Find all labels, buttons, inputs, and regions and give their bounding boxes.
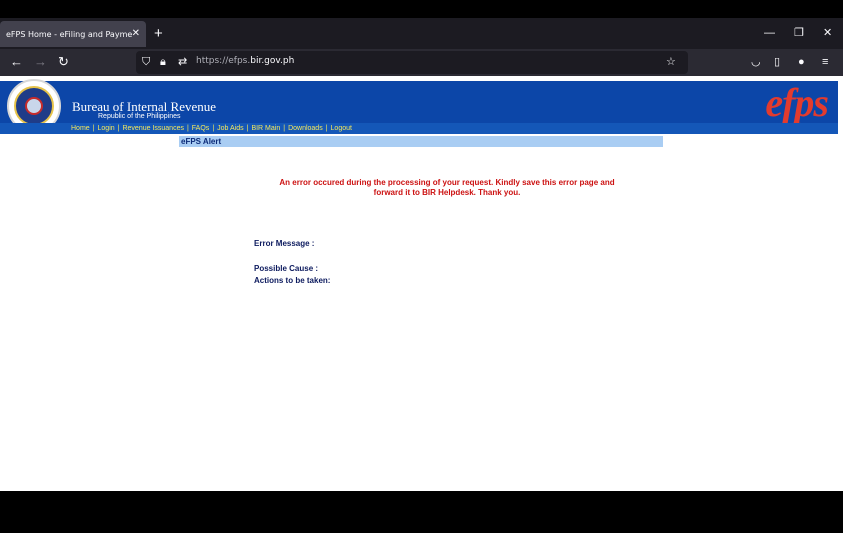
minimize-icon[interactable]: — — [764, 26, 775, 40]
org-subtitle: Republic of the Philippines — [98, 113, 181, 120]
forward-icon[interactable]: → — [34, 54, 47, 70]
menu-separator: | — [246, 125, 249, 132]
menu-link-revenue-issuances[interactable]: Revenue Issuances — [122, 125, 183, 132]
possible-cause-label: Possible Cause : — [254, 264, 319, 273]
new-tab-icon[interactable]: + — [154, 26, 163, 41]
menu-link-bir-main[interactable]: BIR Main — [251, 125, 280, 132]
menu-separator: | — [212, 125, 215, 132]
alert-title: eFPS Alert — [181, 137, 222, 146]
site-banner: Bureau of Internal Revenue Republic of t… — [0, 79, 838, 133]
url-bar[interactable]: ⛉ 🔒︎ ⇄ https://efps.bir.gov.ph ☆ — [136, 51, 688, 74]
menu-separator: | — [325, 125, 328, 132]
error-notice-line-1: An error occured during the processing o… — [279, 178, 615, 187]
actions-label: Actions to be taken: — [254, 276, 331, 285]
account-avatar-icon[interactable]: ● — [798, 54, 805, 70]
close-tab-icon[interactable]: ✕ — [132, 27, 140, 41]
restore-icon[interactable]: ❐ — [794, 26, 804, 40]
menu-separator: | — [186, 125, 189, 132]
close-window-icon[interactable]: ✕ — [823, 26, 832, 40]
menu-link-downloads[interactable]: Downloads — [288, 125, 323, 132]
permissions-icon[interactable]: ⇄ — [178, 55, 187, 69]
menu-link-faqs[interactable]: FAQs — [192, 125, 210, 132]
navigation-bar: ← → ↻ ⛉ 🔒︎ ⇄ https://efps.bir.gov.ph ☆ ◡… — [0, 49, 843, 76]
url-text[interactable]: https://efps.bir.gov.ph — [196, 56, 294, 66]
bookmark-star-icon[interactable]: ☆ — [666, 55, 676, 69]
shield-icon[interactable]: ⛉ — [142, 55, 150, 69]
alert-header: eFPS Alert — [179, 136, 663, 147]
sidebar-icon[interactable]: ▯ — [774, 54, 780, 70]
pocket-icon[interactable]: ◡ — [751, 54, 761, 70]
menu-link-login[interactable]: Login — [98, 125, 115, 132]
site-menu: Home | Login | Revenue Issuances | FAQs | Job Ai… — [0, 123, 838, 134]
page-viewport: Bureau of Internal Revenue Republic of t… — [0, 76, 843, 491]
menu-link-home[interactable]: Home — [71, 125, 90, 132]
efps-logo: efps — [765, 80, 829, 125]
menu-separator: | — [92, 125, 95, 132]
error-message-label: Error Message : — [254, 239, 315, 248]
tab-bar: eFPS Home - eFiling and Payment S ✕ + — … — [0, 18, 843, 49]
menu-separator: | — [117, 125, 120, 132]
menu-link-job-aids[interactable]: Job Aids — [217, 125, 243, 132]
error-notice-line-2: forward it to BIR Helpdesk. Thank you. — [373, 188, 521, 197]
back-icon[interactable]: ← — [10, 54, 23, 70]
tab-title: eFPS Home - eFiling and Payment S — [6, 29, 132, 39]
menu-link-logout[interactable]: Logout — [331, 125, 352, 132]
menu-icon[interactable]: ≡ — [822, 54, 828, 70]
browser-tab[interactable]: eFPS Home - eFiling and Payment S ✕ — [0, 21, 146, 47]
reload-icon[interactable]: ↻ — [58, 54, 69, 70]
lock-icon[interactable]: 🔒︎ — [160, 55, 166, 69]
error-notice: An error occured during the processing o… — [250, 178, 644, 198]
menu-separator: | — [283, 125, 286, 132]
